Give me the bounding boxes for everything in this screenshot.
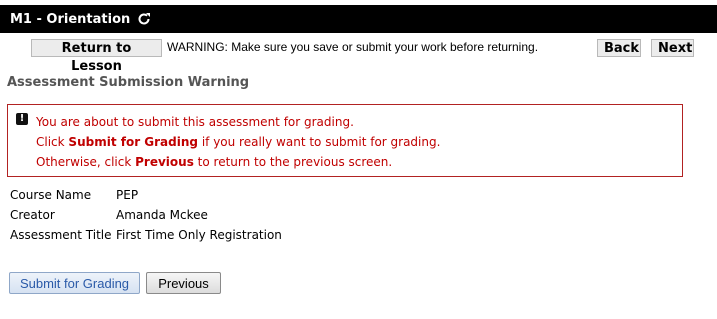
- course-name-label: Course Name: [10, 188, 92, 202]
- warning-line-1: You are about to submit this assessment …: [36, 115, 354, 129]
- navigation-row: Return to Lesson WARNING: Make sure you …: [0, 35, 717, 74]
- assessment-details: Course Name PEP Creator Amanda Mckee Ass…: [10, 185, 282, 245]
- creator-value: Amanda Mckee: [116, 208, 208, 222]
- creator-label: Creator: [10, 208, 55, 222]
- exclamation-icon: !: [16, 113, 28, 125]
- refresh-icon[interactable]: [137, 12, 151, 26]
- submit-for-grading-button[interactable]: Submit for Grading: [9, 272, 140, 294]
- return-to-lesson-button[interactable]: Return to Lesson: [31, 39, 162, 74]
- title-bar: M1 - Orientation: [0, 5, 717, 33]
- previous-button[interactable]: Previous: [146, 272, 221, 294]
- page-title: M1 - Orientation: [10, 11, 131, 27]
- return-warning-text: WARNING: Make sure you save or submit yo…: [167, 40, 539, 54]
- next-button[interactable]: Next: [651, 39, 694, 57]
- submission-warning-box: ! You are about to submit this assessmen…: [7, 104, 683, 177]
- assessment-title-value: First Time Only Registration: [116, 228, 282, 242]
- section-title: Assessment Submission Warning: [7, 75, 250, 90]
- back-button[interactable]: Back: [597, 39, 641, 57]
- warning-line-2: Click Submit for Grading if you really w…: [36, 135, 441, 149]
- course-name-value: PEP: [116, 188, 139, 202]
- detail-row-creator: Creator Amanda Mckee: [10, 205, 282, 225]
- warning-line-3: Otherwise, click Previous to return to t…: [36, 155, 393, 169]
- detail-row-course: Course Name PEP: [10, 185, 282, 205]
- detail-row-title: Assessment Title First Time Only Registr…: [10, 225, 282, 245]
- assessment-title-label: Assessment Title: [10, 228, 112, 242]
- warning-message: You are about to submit this assessment …: [36, 112, 440, 172]
